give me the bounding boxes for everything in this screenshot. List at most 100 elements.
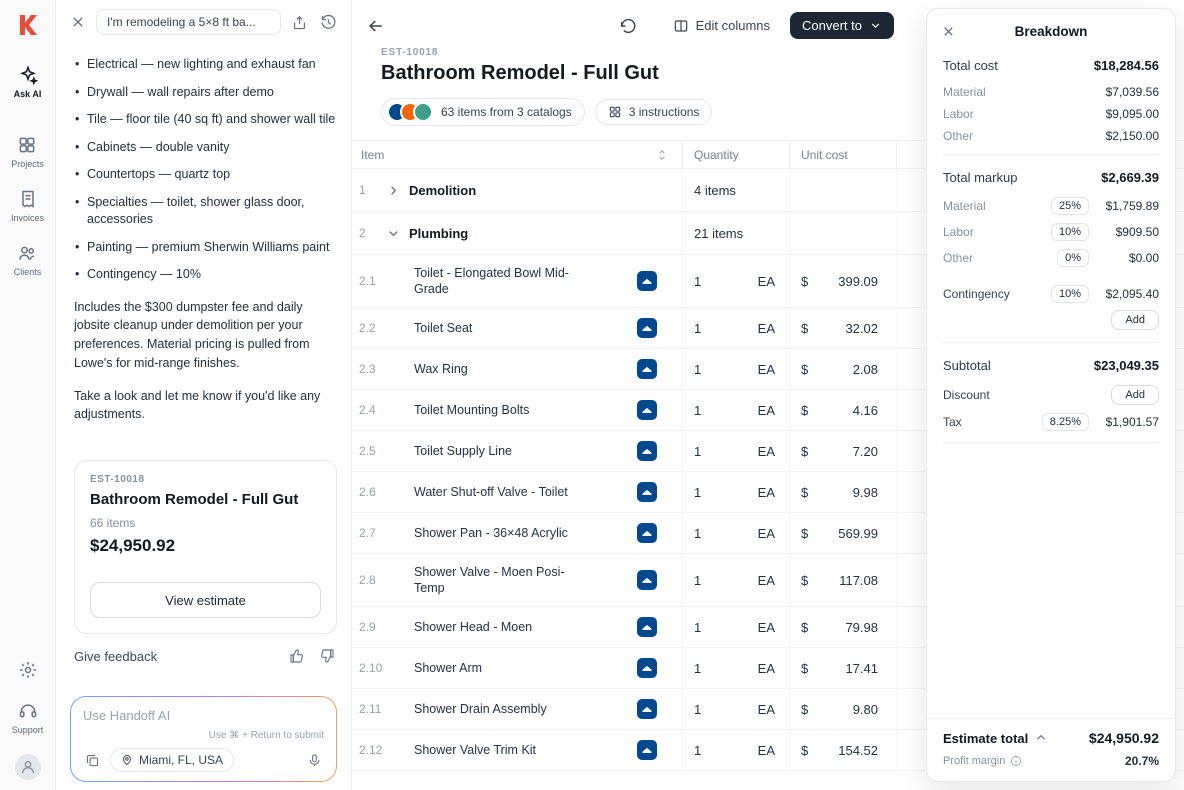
currency-symbol: $ — [801, 321, 808, 336]
item-name[interactable]: Shower Arm — [414, 660, 572, 676]
sidebar-item-ask-ai[interactable]: Ask AI — [8, 64, 48, 100]
quantity-value[interactable]: 1 — [694, 702, 701, 717]
lowes-logo — [637, 359, 657, 379]
unit-cost-value[interactable]: 32.02 — [845, 321, 878, 336]
arrow-left-icon — [366, 16, 386, 36]
item-name[interactable]: Toilet - Elongated Bowl Mid-Grade — [414, 265, 572, 297]
unit-label: EA — [758, 743, 775, 758]
contingency-percent-input[interactable]: 10% — [1051, 285, 1089, 303]
quantity-value[interactable]: 1 — [694, 573, 701, 588]
sidebar-item-support[interactable]: Support — [6, 700, 50, 736]
unit-cost-value[interactable]: 2.08 — [853, 362, 878, 377]
markup-sub-label: Other — [943, 251, 973, 265]
quantity-value[interactable]: 1 — [694, 274, 701, 289]
sidebar-item-projects[interactable]: Projects — [5, 134, 50, 170]
unit-cost-value[interactable]: 569.99 — [838, 526, 878, 541]
location-chip[interactable]: Miami, FL, USA — [110, 748, 234, 772]
close-chat-button[interactable] — [68, 12, 88, 32]
quantity-value[interactable]: 1 — [694, 362, 701, 377]
quantity-value[interactable]: 1 — [694, 321, 701, 336]
back-button[interactable] — [364, 14, 388, 38]
row-number: 2.8 — [352, 573, 386, 587]
unit-cost-value[interactable]: 4.16 — [853, 403, 878, 418]
user-avatar[interactable] — [15, 754, 41, 780]
item-name[interactable]: Shower Drain Assembly — [414, 701, 572, 717]
sidebar-item-clients[interactable]: Clients — [8, 242, 48, 278]
columns-icon — [673, 18, 689, 34]
item-name[interactable]: Wax Ring — [414, 361, 572, 377]
quantity-value[interactable]: 1 — [694, 444, 701, 459]
catalogs-badge[interactable]: 63 items from 3 catalogs — [381, 98, 585, 126]
unit-label: EA — [758, 573, 775, 588]
quantity-value[interactable]: 1 — [694, 526, 701, 541]
currency-symbol: $ — [801, 743, 808, 758]
section-name[interactable]: Demolition — [409, 183, 476, 198]
instructions-badge[interactable]: 3 instructions — [595, 99, 713, 125]
cost-breakdown-rows: Material $7,039.56 Labor $9,095.00 Other… — [943, 81, 1159, 147]
cost-sub-value: $2,150.00 — [1106, 129, 1159, 143]
conversation-title-pill[interactable]: I'm remodeling a 5×8 ft ba... — [96, 9, 281, 35]
item-name[interactable]: Shower Pan - 36×48 Acrylic — [414, 525, 572, 541]
quantity-value[interactable]: 1 — [694, 661, 701, 676]
currency-symbol: $ — [801, 526, 808, 541]
close-icon — [941, 24, 956, 39]
edit-columns-button[interactable]: Edit columns — [667, 14, 776, 38]
catalog-logos — [387, 102, 433, 122]
item-name[interactable]: Water Shut-off Valve - Toilet — [414, 484, 572, 500]
markup-percent-input[interactable]: 0% — [1057, 249, 1089, 267]
collapse-summary-button[interactable] — [1034, 731, 1048, 745]
row-number: 2.1 — [352, 274, 386, 288]
unit-cost-value[interactable]: 9.80 — [853, 702, 878, 717]
section-chevron-icon[interactable] — [386, 183, 401, 198]
unit-cost-value[interactable]: 399.09 — [838, 274, 878, 289]
discount-add-button[interactable]: Add — [1111, 385, 1159, 405]
row-number: 2.12 — [352, 743, 386, 757]
unit-cost-value[interactable]: 9.98 — [853, 485, 878, 500]
section-name[interactable]: Plumbing — [409, 226, 468, 241]
total-cost-row: Total cost $18,284.56 — [943, 50, 1159, 81]
markup-percent-input[interactable]: 10% — [1051, 223, 1089, 241]
item-name[interactable]: Toilet Supply Line — [414, 443, 572, 459]
assistant-paragraph: Includes the $300 dumpster fee and daily… — [74, 298, 337, 373]
templates-button[interactable] — [83, 751, 102, 770]
chat-input-placeholder[interactable]: Use Handoff AI — [83, 708, 324, 723]
chat-messages: Electrical — new lighting and exhaust fa… — [56, 44, 351, 686]
unit-cost-value[interactable]: 79.98 — [845, 620, 878, 635]
unit-cost-value[interactable]: 17.41 — [845, 661, 878, 676]
expand-all-button[interactable] — [653, 146, 671, 164]
sidebar-item-invoices[interactable]: Invoices — [5, 188, 50, 224]
tax-row: Tax 8.25% $1,901.57 — [943, 409, 1159, 435]
item-name[interactable]: Toilet Mounting Bolts — [414, 402, 572, 418]
item-name[interactable]: Shower Valve - Moen Posi-Temp — [414, 564, 572, 596]
contingency-add-button[interactable]: Add — [1111, 310, 1159, 330]
convert-to-button[interactable]: Convert to — [790, 12, 894, 39]
settings-button[interactable] — [16, 658, 40, 682]
thumbs-down-button[interactable] — [317, 646, 337, 666]
share-button[interactable] — [289, 12, 310, 33]
item-name[interactable]: Shower Head - Moen — [414, 619, 572, 635]
unit-cost-value[interactable]: 117.08 — [839, 573, 878, 588]
markup-breakdown-rows: Material 25% $1,759.89 Labor 10% $909.50… — [943, 193, 1159, 271]
chat-input-box[interactable]: Use Handoff AI Use ⌘ + Return to submit … — [70, 696, 337, 782]
section-chevron-icon[interactable] — [386, 226, 401, 241]
quantity-value[interactable]: 1 — [694, 485, 701, 500]
markup-percent-input[interactable]: 25% — [1051, 197, 1089, 215]
item-name[interactable]: Toilet Seat — [414, 320, 572, 336]
quantity-value[interactable]: 1 — [694, 743, 701, 758]
lowes-logo — [637, 318, 657, 338]
quantity-value[interactable]: 1 — [694, 403, 701, 418]
view-estimate-button[interactable]: View estimate — [90, 582, 321, 618]
item-name[interactable]: Shower Valve Trim Kit — [414, 742, 572, 758]
catalogs-badge-label: 63 items from 3 catalogs — [441, 105, 572, 119]
info-icon[interactable] — [1010, 755, 1022, 767]
voice-input-button[interactable] — [305, 751, 324, 770]
history-button[interactable] — [318, 12, 339, 33]
quantity-value[interactable]: 1 — [694, 620, 701, 635]
close-breakdown-button[interactable] — [939, 22, 958, 41]
thumbs-up-button[interactable] — [287, 646, 307, 666]
undo-button[interactable] — [617, 15, 639, 37]
unit-label: EA — [758, 403, 775, 418]
unit-cost-value[interactable]: 154.52 — [838, 743, 878, 758]
tax-percent-input[interactable]: 8.25% — [1042, 413, 1089, 431]
unit-cost-value[interactable]: 7.20 — [853, 444, 878, 459]
